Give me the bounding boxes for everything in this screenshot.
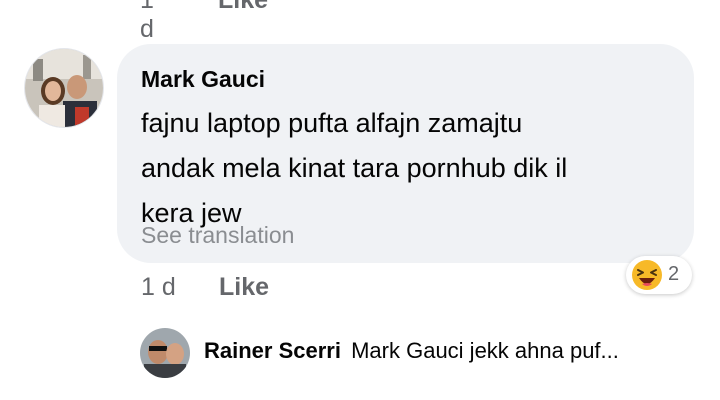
see-translation-link[interactable]: See translation <box>141 222 294 249</box>
laughing-emoji-icon <box>632 260 662 290</box>
comment-bubble: Mark Gauci fajnu laptop pufta alfajn zam… <box>117 44 694 263</box>
reply-avatar[interactable] <box>140 328 190 378</box>
reaction-summary[interactable]: 2 <box>626 256 692 294</box>
comment-time[interactable]: 1 d <box>141 273 176 302</box>
comment-author-name[interactable]: Mark Gauci <box>141 66 265 93</box>
previous-comment-like-button[interactable]: Like <box>218 0 268 15</box>
like-button[interactable]: Like <box>219 273 269 302</box>
reply-author-name[interactable]: Rainer Scerri <box>204 338 341 363</box>
reply-preview[interactable]: Rainer Scerri Mark Gauci jekk ahna puf..… <box>204 338 619 364</box>
reaction-count: 2 <box>668 263 680 285</box>
reply-snippet: Mark Gauci jekk ahna puf... <box>351 338 619 363</box>
avatar[interactable] <box>24 48 104 128</box>
profile-photo-icon <box>25 49 103 127</box>
comment-text: fajnu laptop pufta alfajn zamajtu andak … <box>141 108 568 228</box>
previous-comment-time[interactable]: 1 d <box>140 0 154 44</box>
profile-photo-icon <box>140 328 190 378</box>
